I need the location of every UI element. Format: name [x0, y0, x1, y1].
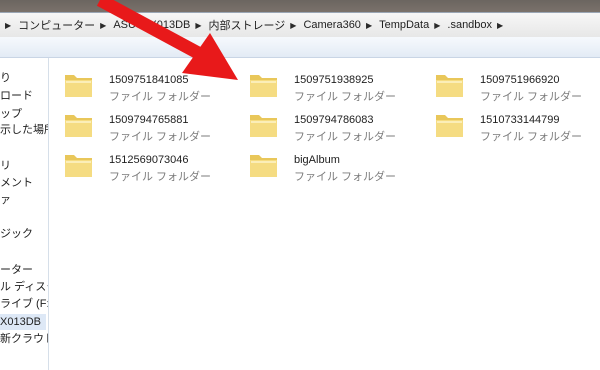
breadcrumb-device[interactable]: ASUS_X013DB	[109, 19, 194, 31]
navigation-pane[interactable]: り ロード ップ 示した場所 リ メント ァ ジック ーター ル ディスク ライ…	[0, 58, 49, 370]
folder-icon	[65, 75, 92, 97]
chevron-right-icon[interactable]: ▶	[4, 21, 14, 30]
breadcrumb-computer[interactable]: コンピューター	[14, 17, 99, 33]
nav-item[interactable]: ーター	[0, 262, 33, 278]
nav-item[interactable]: メント	[0, 175, 33, 191]
folder-icon	[250, 115, 277, 137]
folder-type: ファイル フォルダー	[109, 171, 212, 183]
nav-item[interactable]: ァ	[0, 192, 11, 208]
folder-item[interactable]: bigAlbum ファイル フォルダー	[242, 148, 422, 184]
chevron-right-icon[interactable]: ▶	[433, 21, 443, 30]
breadcrumb: ▶ コンピューター ▶ ASUS_X013DB ▶ 内部ストレージ ▶ Came…	[0, 12, 600, 38]
nav-item[interactable]: ジック	[0, 226, 33, 242]
folder-item[interactable]: 1509751966920 ファイル フォルダー	[428, 68, 600, 104]
nav-item[interactable]: 新クラウド	[0, 331, 48, 347]
nav-item[interactable]: リ	[0, 158, 11, 174]
folder-item[interactable]: 1509794765881 ファイル フォルダー	[57, 108, 237, 144]
toolbar	[0, 37, 600, 58]
nav-item[interactable]: ル ディスク	[0, 279, 48, 295]
folder-type: ファイル フォルダー	[294, 131, 397, 143]
folder-name: 1509794786083	[294, 114, 374, 126]
nav-item[interactable]: ロード	[0, 88, 33, 104]
nav-item[interactable]: 示した場所	[0, 122, 48, 138]
folder-name: 1509751938925	[294, 74, 374, 86]
folder-icon	[250, 75, 277, 97]
chevron-right-icon[interactable]: ▶	[496, 21, 506, 30]
folder-type: ファイル フォルダー	[109, 131, 212, 143]
folder-item[interactable]: 1509794786083 ファイル フォルダー	[242, 108, 422, 144]
chevron-right-icon[interactable]: ▶	[99, 21, 109, 30]
folder-icon	[250, 155, 277, 177]
folder-name: bigAlbum	[294, 154, 340, 166]
nav-item[interactable]: り	[0, 70, 11, 86]
folder-type: ファイル フォルダー	[294, 171, 397, 183]
folder-name: 1509751841085	[109, 74, 189, 86]
folder-name: 1512569073046	[109, 154, 189, 166]
folder-icon	[436, 115, 463, 137]
chevron-right-icon[interactable]: ▶	[365, 21, 375, 30]
folder-type: ファイル フォルダー	[480, 131, 583, 143]
folder-name: 1510733144799	[480, 114, 560, 126]
breadcrumb-sandbox[interactable]: .sandbox	[443, 19, 496, 31]
nav-item[interactable]: ライブ (F:) A	[0, 296, 48, 312]
nav-item[interactable]: ップ	[0, 106, 22, 122]
folder-item[interactable]: 1509751938925 ファイル フォルダー	[242, 68, 422, 104]
nav-item-selected[interactable]: X013DB	[0, 314, 46, 330]
chevron-right-icon[interactable]: ▶	[289, 21, 299, 30]
folder-name: 1509794765881	[109, 114, 189, 126]
folder-type: ファイル フォルダー	[294, 91, 397, 103]
file-list: 1509751841085 ファイル フォルダー 1509751938925 フ…	[49, 58, 600, 370]
folder-item[interactable]: 1509751841085 ファイル フォルダー	[57, 68, 237, 104]
breadcrumb-internal-storage[interactable]: 内部ストレージ	[205, 17, 290, 33]
breadcrumb-camera360[interactable]: Camera360	[299, 19, 364, 31]
breadcrumb-tempdata[interactable]: TempData	[375, 19, 433, 31]
folder-name: 1509751966920	[480, 74, 560, 86]
folder-item[interactable]: 1512569073046 ファイル フォルダー	[57, 148, 237, 184]
folder-icon	[65, 115, 92, 137]
chevron-right-icon[interactable]: ▶	[194, 21, 204, 30]
folder-item[interactable]: 1510733144799 ファイル フォルダー	[428, 108, 600, 144]
folder-type: ファイル フォルダー	[109, 91, 212, 103]
folder-type: ファイル フォルダー	[480, 91, 583, 103]
folder-icon	[65, 155, 92, 177]
folder-icon	[436, 75, 463, 97]
